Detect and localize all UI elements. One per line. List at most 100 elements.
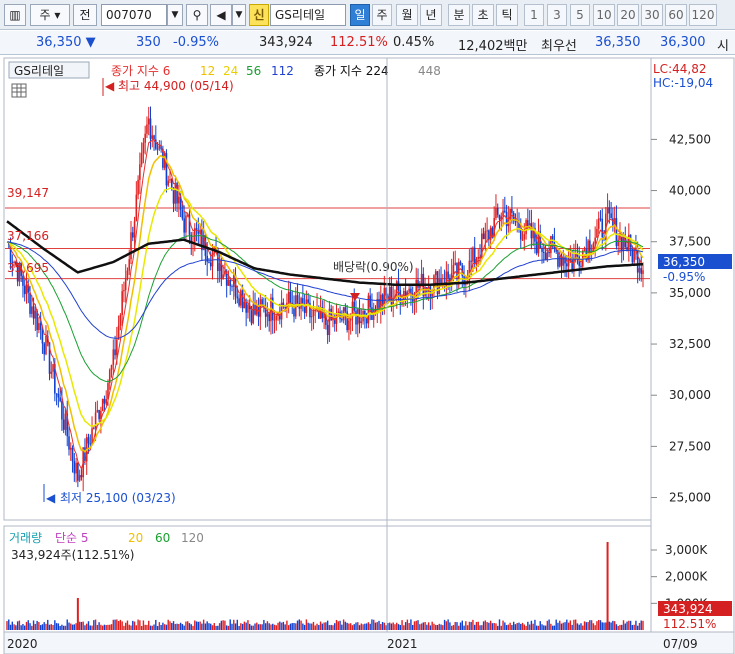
candle-body bbox=[390, 286, 393, 305]
volume-bar bbox=[155, 619, 157, 630]
volume-bar bbox=[557, 622, 559, 630]
candle-body bbox=[413, 300, 416, 302]
volume-bar bbox=[596, 621, 598, 630]
volume-bar bbox=[298, 619, 301, 630]
volume-bar bbox=[139, 620, 141, 630]
speaker-dropdown-icon[interactable]: ▼ bbox=[232, 4, 246, 26]
volume-bar bbox=[436, 625, 439, 630]
volume-bar bbox=[36, 620, 38, 630]
volume-bar bbox=[149, 625, 152, 630]
market-select[interactable]: 주 ▾ bbox=[30, 4, 70, 26]
volume-bar bbox=[94, 619, 97, 630]
code-input[interactable]: 007070 bbox=[101, 4, 167, 26]
volume-bar bbox=[316, 623, 318, 630]
volume-bar bbox=[479, 625, 481, 630]
volume-bar bbox=[344, 621, 347, 630]
volume-bar bbox=[576, 623, 579, 630]
candle-body bbox=[275, 315, 278, 320]
code-prefix-button[interactable]: 전 bbox=[73, 4, 97, 26]
candle-body bbox=[548, 251, 550, 254]
volume-bar bbox=[330, 624, 332, 630]
ma-448-label: 448 bbox=[418, 64, 441, 78]
volume-bar bbox=[96, 624, 99, 630]
candle-body bbox=[566, 263, 568, 267]
volume-bar bbox=[62, 625, 65, 630]
volume-bar bbox=[610, 622, 612, 630]
volume-bar bbox=[284, 624, 286, 630]
volume-bar bbox=[374, 622, 377, 630]
code-dropdown-icon[interactable]: ▼ bbox=[167, 4, 183, 26]
candle-body bbox=[544, 252, 547, 260]
volume-bar bbox=[592, 623, 595, 630]
volume-bar bbox=[337, 621, 339, 630]
candle-body bbox=[523, 234, 526, 240]
interval-20[interactable]: 20 bbox=[617, 4, 639, 26]
volume-bar bbox=[185, 621, 187, 630]
volume-bar bbox=[71, 624, 74, 630]
volume-bar bbox=[332, 625, 334, 630]
period-month[interactable]: 월 bbox=[396, 4, 418, 26]
volume-bar bbox=[91, 625, 93, 630]
candle-body bbox=[206, 255, 208, 262]
volume-bar bbox=[613, 621, 616, 630]
search-icon[interactable]: ⚲ bbox=[186, 4, 208, 26]
period-tick[interactable]: 틱 bbox=[496, 4, 518, 26]
candle-body bbox=[558, 255, 561, 267]
candle-body bbox=[167, 180, 170, 186]
volume-bar bbox=[217, 625, 219, 630]
volume-bar bbox=[378, 620, 380, 630]
candle-body bbox=[310, 315, 313, 318]
volume-bar bbox=[431, 621, 433, 630]
volume-bar bbox=[491, 623, 494, 630]
candle-body bbox=[388, 286, 391, 301]
ma-24-label: 24 bbox=[223, 64, 238, 78]
volume-bar bbox=[505, 625, 508, 630]
volume-bar bbox=[603, 622, 605, 630]
volume-bar bbox=[396, 622, 398, 630]
volume-bar bbox=[84, 625, 86, 630]
hline-label-2: 37,166 bbox=[7, 229, 49, 243]
period-minute[interactable]: 분 bbox=[448, 4, 470, 26]
volume-bar bbox=[569, 620, 572, 630]
interval-30[interactable]: 30 bbox=[641, 4, 663, 26]
price-panel-frame bbox=[3, 57, 652, 521]
volume-bar bbox=[528, 624, 531, 630]
candle-body bbox=[420, 273, 423, 285]
quote-volume: 343,924 bbox=[259, 35, 313, 50]
table-icon[interactable] bbox=[11, 83, 27, 98]
volume-bar bbox=[261, 624, 263, 630]
volume-bar bbox=[165, 624, 168, 630]
layout-icon[interactable]: ▥ bbox=[4, 4, 26, 26]
candle-body bbox=[307, 299, 309, 303]
candle-body bbox=[50, 371, 53, 374]
period-week[interactable]: 주 bbox=[372, 4, 392, 26]
interval-5[interactable]: 5 bbox=[570, 4, 590, 26]
interval-1[interactable]: 1 bbox=[524, 4, 544, 26]
candle-body bbox=[110, 365, 113, 370]
volume-bar bbox=[321, 623, 324, 630]
period-day[interactable]: 일 bbox=[350, 4, 370, 26]
volume-bar bbox=[117, 621, 120, 630]
volume-bar bbox=[93, 620, 95, 630]
volume-bar bbox=[249, 623, 251, 630]
candle-body bbox=[599, 218, 602, 220]
candle-body bbox=[73, 461, 76, 474]
interval-60[interactable]: 60 bbox=[665, 4, 687, 26]
volume-bar bbox=[268, 623, 270, 630]
price-tab-label: GS리테일 bbox=[14, 64, 64, 78]
period-year[interactable]: 년 bbox=[420, 4, 442, 26]
stock-chart[interactable]: 25,000 27,500 30,000 32,500 35,000 37,500 40,0… bbox=[3, 56, 735, 654]
volume-bar bbox=[507, 624, 510, 630]
interval-10[interactable]: 10 bbox=[593, 4, 615, 26]
volume-bar bbox=[112, 619, 114, 630]
volume-bar bbox=[15, 625, 17, 630]
period-second[interactable]: 초 bbox=[472, 4, 494, 26]
volume-bar bbox=[89, 625, 91, 630]
stock-name-field[interactable]: GS리테일 bbox=[270, 4, 346, 26]
interval-120[interactable]: 120 bbox=[689, 4, 717, 26]
candle-body bbox=[181, 209, 184, 219]
volume-bar bbox=[13, 624, 15, 630]
interval-3[interactable]: 3 bbox=[547, 4, 567, 26]
speaker-icon[interactable]: ◀ bbox=[210, 4, 232, 26]
volume-bar bbox=[587, 621, 589, 630]
